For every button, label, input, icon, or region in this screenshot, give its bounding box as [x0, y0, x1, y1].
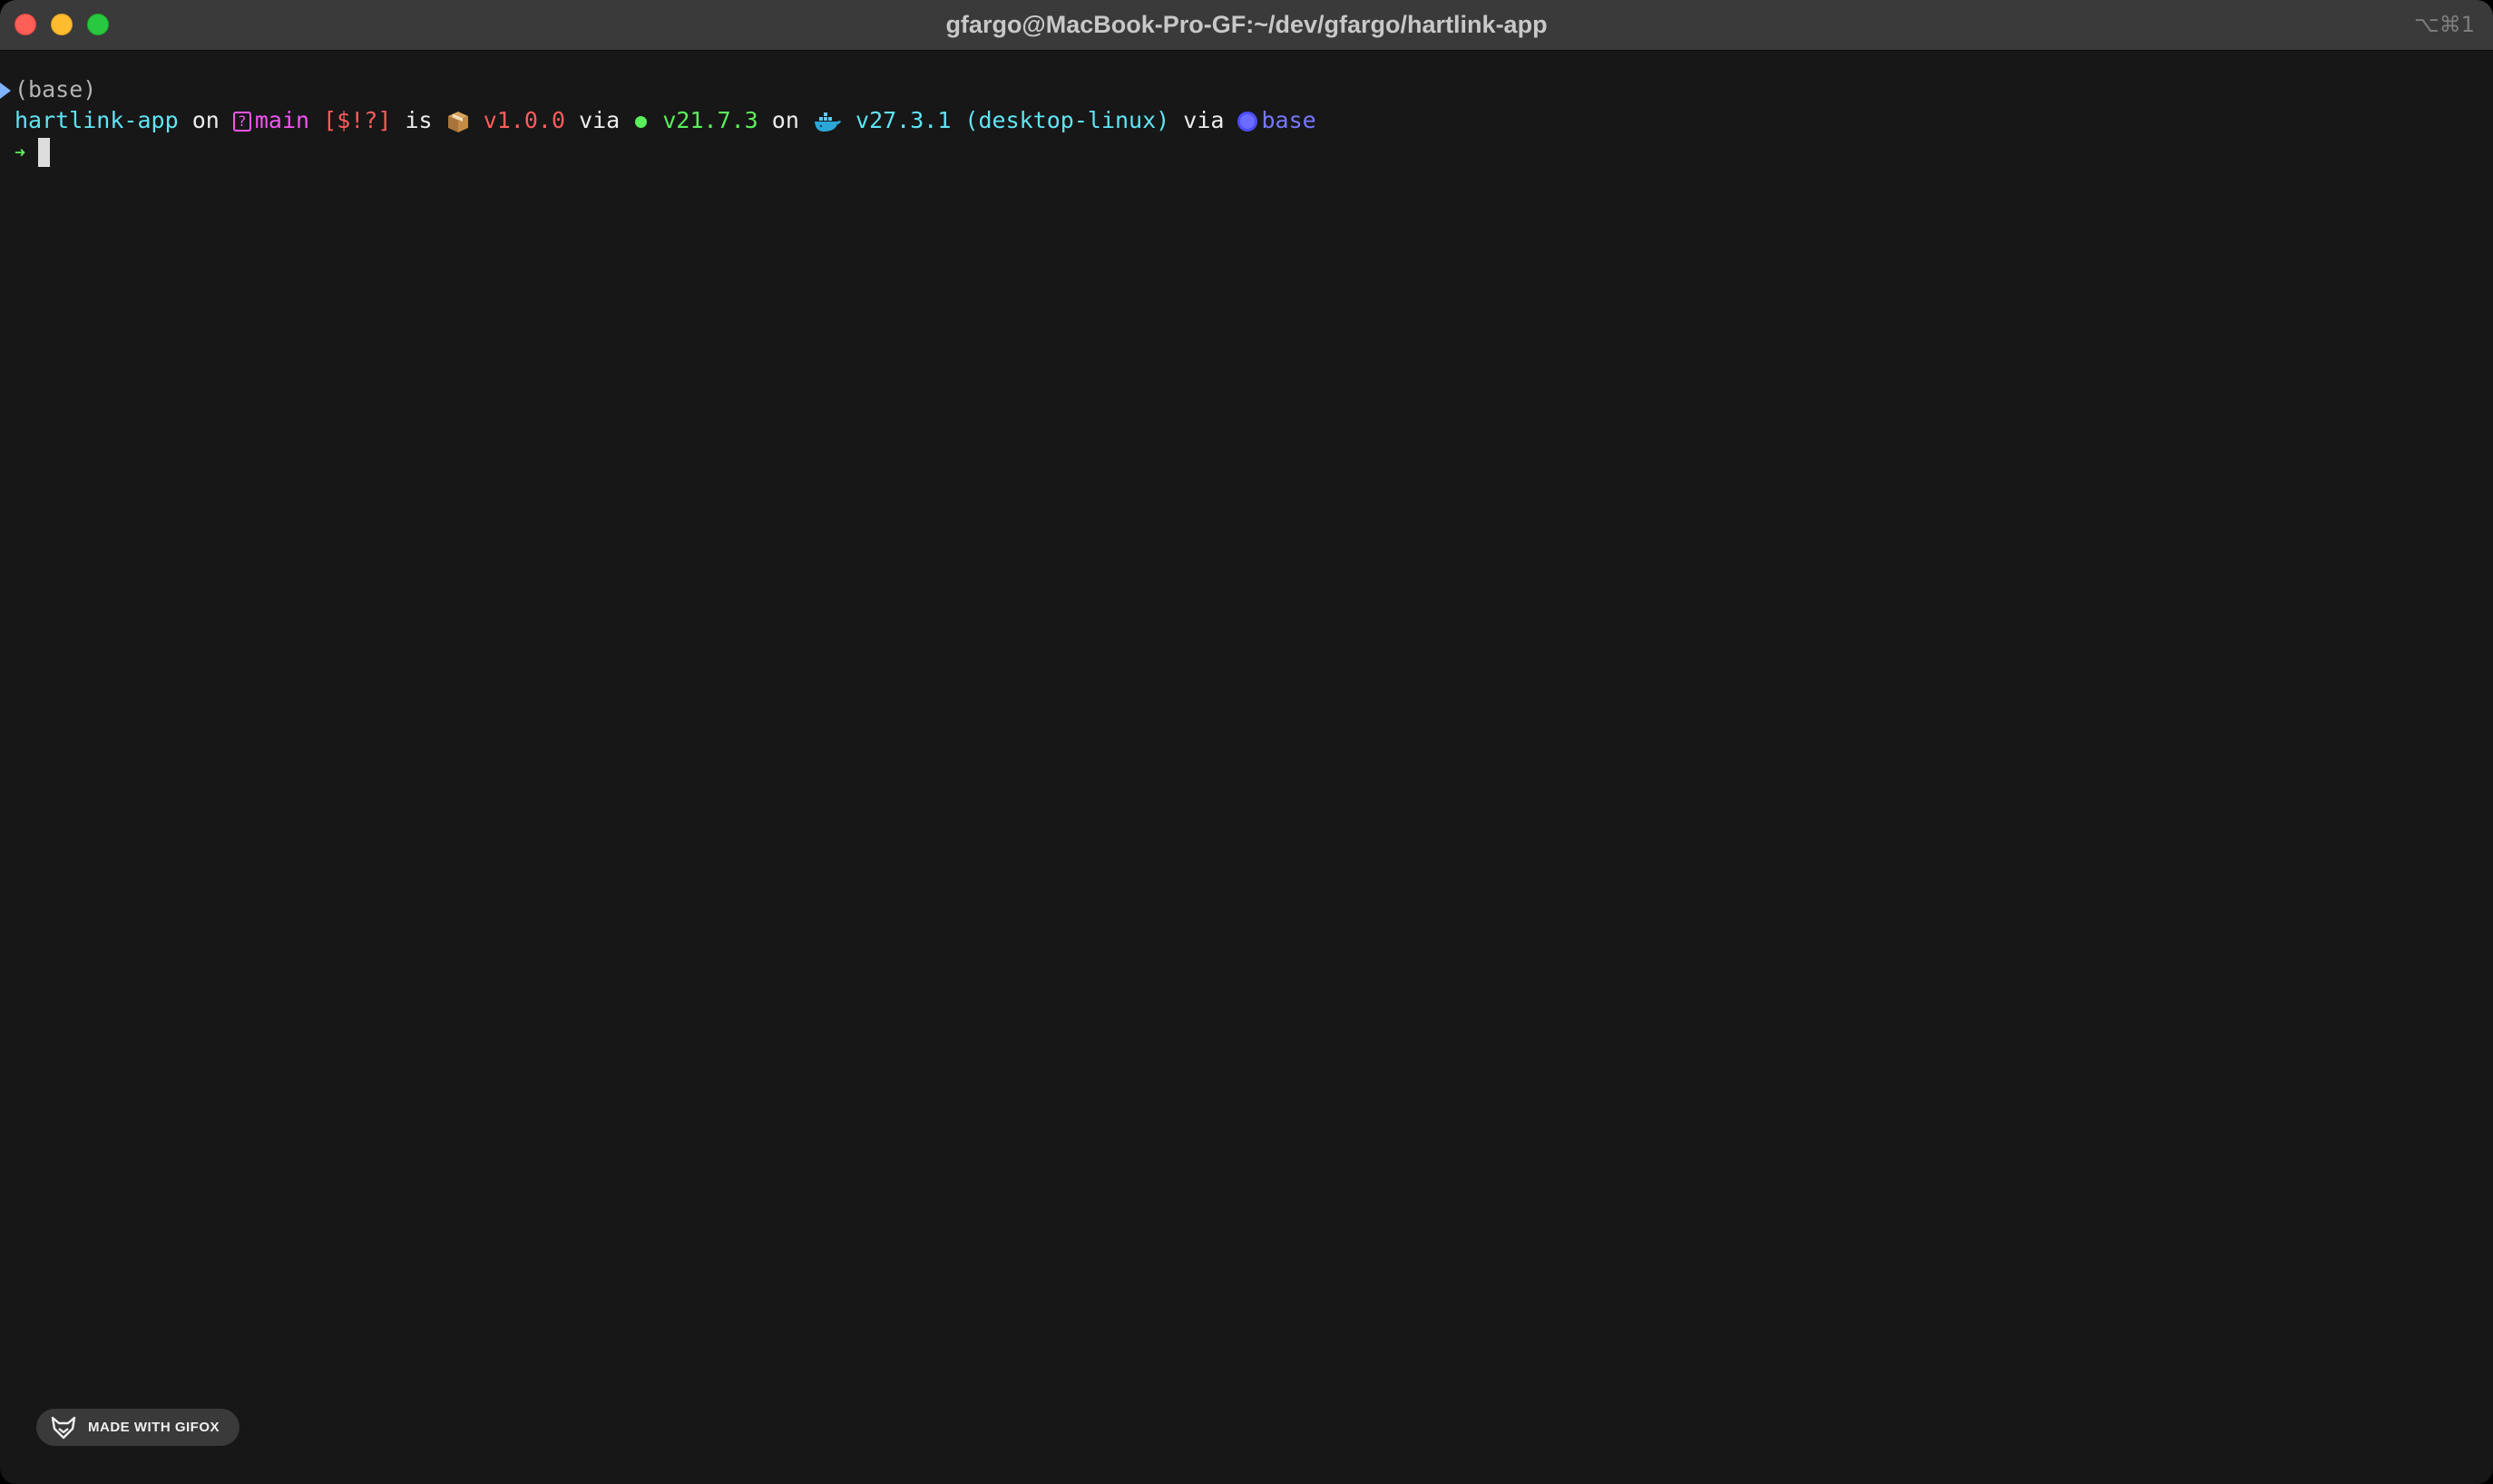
package-icon — [447, 112, 468, 132]
node-version: v21.7.3 — [662, 107, 758, 133]
on-text-2: on — [771, 107, 799, 133]
title-bar[interactable]: gfargo@MacBook-Pro-GF:~/dev/gfargo/hartl… — [0, 0, 2493, 51]
conda-env-label: (base) — [15, 76, 97, 103]
input-line[interactable]: ➜ — [15, 136, 51, 167]
git-branch-icon: ? — [232, 112, 251, 132]
conda-env: base — [1261, 107, 1316, 133]
terminal-window: gfargo@MacBook-Pro-GF:~/dev/gfargo/hartl… — [0, 0, 2493, 1484]
conda-env-line: (base) — [0, 74, 96, 105]
prompt-line: hartlink-app on ? main [$!?] is v1.0.0 vi… — [15, 105, 1316, 136]
window-title: gfargo@MacBook-Pro-GF:~/dev/gfargo/hartl… — [945, 11, 1548, 38]
package-version: v1.0.0 — [483, 107, 566, 133]
is-text: is — [405, 107, 433, 133]
fox-icon — [51, 1416, 76, 1440]
directory-name: hartlink-app — [15, 107, 179, 133]
prompt-triangle-icon — [0, 83, 11, 99]
via-text: via — [579, 107, 621, 133]
node-icon — [635, 115, 648, 128]
gifox-badge: MADE WITH GIFOX — [36, 1409, 240, 1446]
git-status: [$!?] — [323, 107, 392, 133]
on-text: on — [191, 107, 220, 133]
git-branch: main — [254, 107, 310, 133]
badge-label: MADE WITH GIFOX — [88, 1420, 220, 1435]
text-cursor — [38, 138, 51, 167]
via-text-2: via — [1183, 107, 1225, 133]
docker-whale-icon — [814, 112, 841, 132]
tab-shortcut: ⌥⌘1 — [2414, 12, 2475, 37]
prompt-arrow-icon: ➜ — [15, 142, 26, 163]
docker-context: v27.3.1 (desktop-linux) — [855, 107, 1170, 133]
conda-icon — [1237, 112, 1258, 132]
